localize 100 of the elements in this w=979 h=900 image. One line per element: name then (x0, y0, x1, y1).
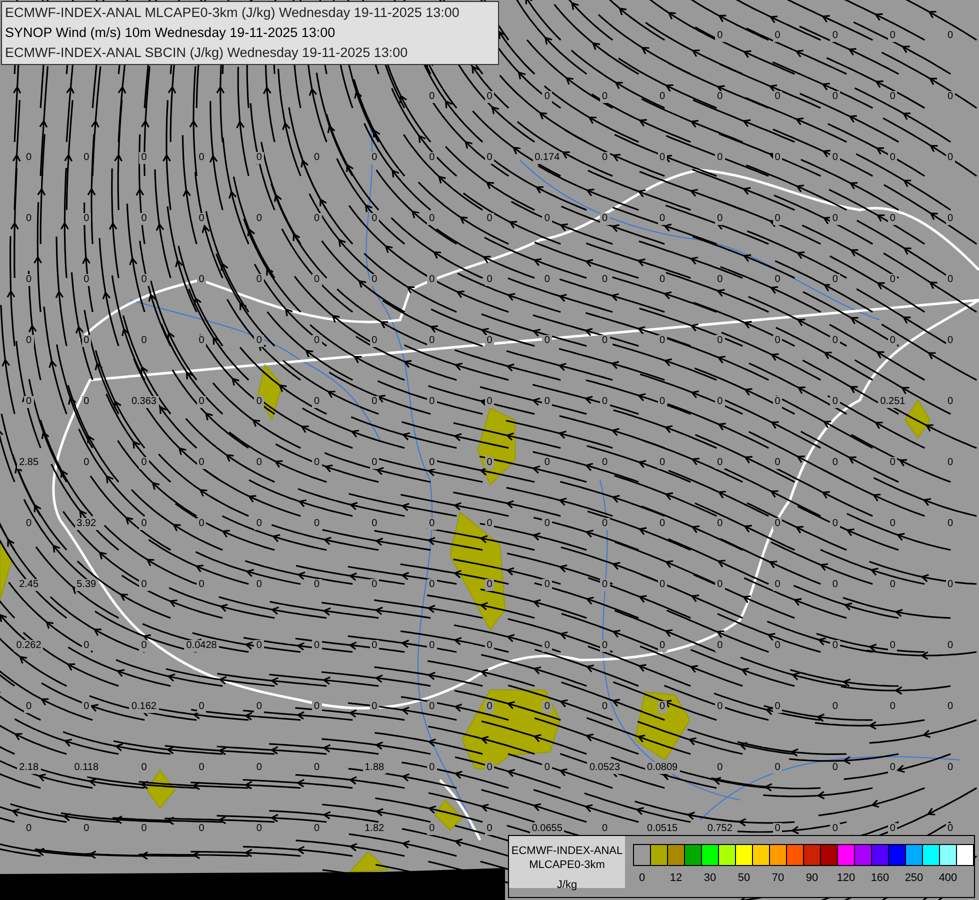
value-label: 0 (542, 334, 552, 346)
tick-label: 120 (836, 872, 856, 884)
cape-area (904, 399, 931, 439)
tick-label: 400 (938, 872, 958, 884)
legend-unit: J/kg (556, 878, 578, 892)
value-label: 0 (254, 578, 264, 590)
layer-title: ECMWF-INDEX-ANAL MLCAPE0-3km (J/kg) Wednesday 19-11-2025 13:00 (5, 4, 460, 22)
value-label: 0 (254, 822, 264, 834)
value-label: 0 (427, 518, 437, 530)
value-label: 0 (542, 640, 552, 652)
value-label: 0 (542, 456, 552, 468)
value-label: 0 (542, 90, 552, 102)
tick-label: 30 (704, 872, 716, 884)
value-label: 0 (715, 640, 725, 652)
value-label: 0 (254, 456, 264, 468)
value-label: 0 (542, 762, 552, 774)
value-label: 0.0523 (587, 762, 622, 774)
value-label: 0 (254, 396, 264, 408)
value-label: 0 (139, 334, 149, 346)
value-label: 0 (427, 822, 437, 834)
value-label: 0 (427, 456, 437, 468)
value-label: 0 (830, 30, 840, 42)
layer-title: ECMWF-INDEX-ANAL SBCIN (J/kg) Wednesday 19-11-2025 13:00 (5, 44, 409, 62)
value-label: 0 (427, 274, 437, 286)
value-label: 0 (139, 274, 149, 286)
value-label: 0 (427, 700, 437, 712)
value-label: 0.262 (14, 640, 44, 652)
value-label: 0 (715, 762, 725, 774)
tick-label: 50 (738, 872, 750, 884)
value-label: 0 (254, 700, 264, 712)
value-label: 0 (24, 152, 34, 164)
tick-label: 70 (772, 872, 784, 884)
value-label: 0 (830, 578, 840, 590)
value-label: 0 (715, 90, 725, 102)
value-label: 0 (139, 212, 149, 224)
value-label: 0 (24, 212, 34, 224)
value-label: 0 (139, 822, 149, 834)
value-label: 0.118 (72, 762, 101, 774)
cape-area (146, 769, 176, 809)
value-label: 0 (427, 334, 437, 346)
value-label: 0 (830, 334, 840, 346)
value-label: 0 (715, 396, 725, 408)
value-label: 0 (427, 640, 437, 652)
value-label: 0 (830, 152, 840, 164)
value-label: 0 (715, 578, 725, 590)
value-label: 0 (830, 274, 840, 286)
value-label: 0 (715, 274, 725, 286)
value-label: 0 (715, 152, 725, 164)
value-label: 0 (139, 152, 149, 164)
value-label: 0 (830, 700, 840, 712)
value-label: 0.0428 (184, 640, 219, 652)
value-label: 0 (427, 396, 437, 408)
value-label: 0 (427, 762, 437, 774)
value-label: 0 (24, 274, 34, 286)
value-label: 0 (830, 518, 840, 530)
value-label: 0 (542, 700, 552, 712)
value-label: 0 (139, 578, 149, 590)
value-label: 0 (254, 274, 264, 286)
value-label: 0 (542, 274, 552, 286)
value-label: 0 (715, 456, 725, 468)
value-label: 0.363 (129, 396, 158, 408)
tick-label: 0 (638, 872, 646, 884)
value-label: 0 (830, 822, 840, 834)
value-label: 0.0809 (645, 762, 680, 774)
value-label: 0 (139, 640, 149, 652)
value-label: 0.0515 (645, 822, 680, 834)
value-label: 0 (24, 822, 34, 834)
value-label: 0 (427, 578, 437, 590)
value-label: 0 (24, 396, 34, 408)
value-label: 0 (139, 762, 149, 774)
value-label: 0 (24, 518, 34, 530)
cape-area (634, 691, 691, 761)
value-label: 0 (542, 578, 552, 590)
value-label: 0.251 (878, 396, 908, 408)
value-label: 0 (24, 700, 34, 712)
value-label: 0 (254, 640, 264, 652)
value-label: 0 (830, 212, 840, 224)
legend-title: ECMWF-INDEX-ANAL (511, 844, 623, 858)
value-label: 0 (427, 90, 437, 102)
value-label: 0 (715, 518, 725, 530)
value-label: 0 (830, 396, 840, 408)
value-label: 2.85 (17, 456, 41, 468)
cape-area (348, 851, 390, 873)
value-label: 0 (254, 518, 264, 530)
value-label: 0 (830, 456, 840, 468)
value-label: 2.45 (17, 578, 41, 590)
value-label: 0 (254, 212, 264, 224)
cape-area (434, 799, 463, 831)
value-label: 0 (715, 30, 725, 42)
value-label: 0 (139, 518, 149, 530)
value-label: 0 (830, 762, 840, 774)
value-label: 0 (715, 212, 725, 224)
tick-label: 12 (670, 872, 682, 884)
value-label: 0.162 (129, 700, 158, 712)
value-label: 0.752 (705, 822, 734, 834)
value-label: 0 (254, 152, 264, 164)
value-label: 2.18 (17, 762, 41, 774)
value-label: 0 (254, 334, 264, 346)
cape-area (0, 538, 13, 600)
value-label: 0 (542, 518, 552, 530)
